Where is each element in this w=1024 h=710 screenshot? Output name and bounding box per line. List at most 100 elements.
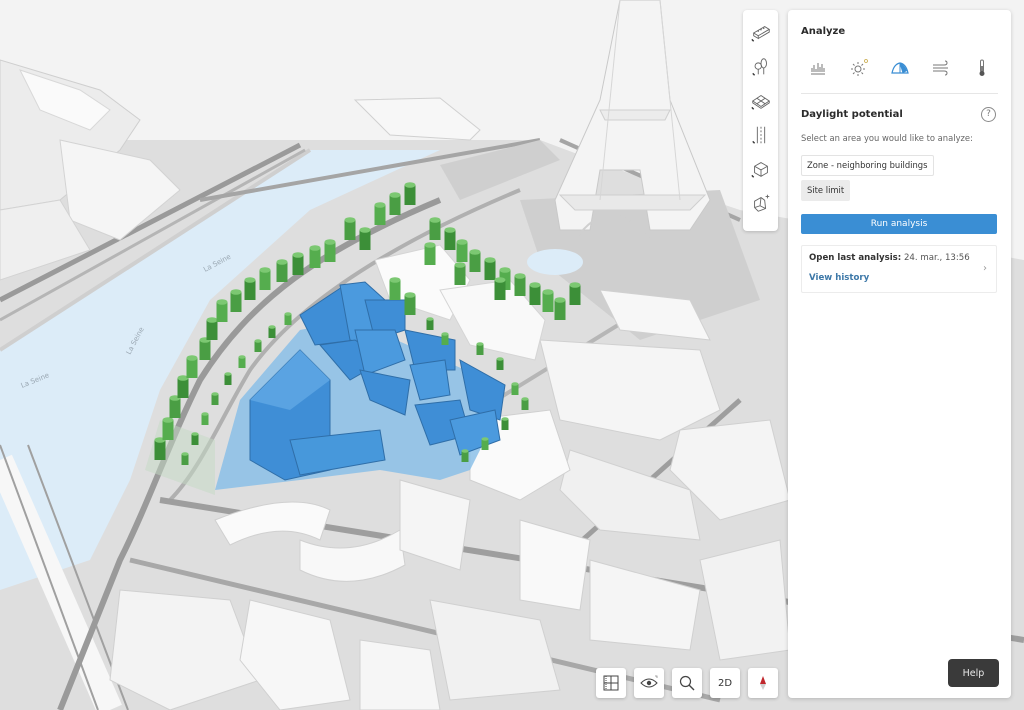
tree [162,417,174,440]
tree [169,395,181,418]
area-option-site-limit[interactable]: Site limit [801,180,851,201]
grid-icon [603,675,619,691]
section-header: Daylight potential ? [801,104,998,124]
last-analysis-date: 24. mar., 13:56 [903,253,970,263]
tree [529,282,541,305]
add-shape-tool-button[interactable] [746,186,776,220]
tree [238,355,246,368]
add-shape-icon [753,194,769,212]
tree [404,182,416,205]
run-analysis-button[interactable]: Run analysis [801,214,997,234]
tab-sun[interactable] [847,56,871,80]
analyze-tabs [801,56,998,80]
tree [501,417,509,430]
tree [230,289,242,312]
tree [429,217,441,240]
tree [456,239,468,262]
chevron-right-icon: › [983,263,987,274]
tree [268,325,276,338]
visibility-button[interactable] [634,668,664,698]
tree [461,449,469,462]
area-option-zone[interactable]: Zone - neighboring buildings [801,155,934,176]
tree [454,262,466,285]
tree [521,397,529,410]
tree [484,257,496,280]
tree [424,242,436,265]
tree [199,337,211,360]
view-history-link[interactable]: View history [809,273,869,283]
volume-box-icon [750,162,768,178]
modeling-toolbar [743,10,778,231]
buildings-tool-button[interactable] [746,16,776,50]
compass-icon [760,676,766,690]
tree [292,252,304,275]
tree [216,299,228,322]
road-lanes-icon [751,126,765,144]
tree [244,277,256,300]
tab-temperature[interactable] [970,56,994,80]
tree [469,249,481,272]
daylight-dome-icon [891,62,909,74]
tab-wind[interactable] [929,56,953,80]
analyze-panel: Analyze Daylight potential ? Select an a… [788,10,1011,698]
roads-tool-button[interactable] [746,118,776,152]
tree [206,317,218,340]
tree [309,245,321,268]
building-block-icon [750,26,770,42]
tree [224,372,232,385]
last-analysis-line: Open last analysis: 24. mar., 13:56 [809,253,989,265]
sun-icon [851,59,868,76]
help-button[interactable]: Help [948,659,999,687]
tree [344,217,356,240]
search-button[interactable] [672,668,702,698]
tab-daylight[interactable] [888,56,912,80]
pond [527,249,583,275]
instruction-text: Select an area you would like to analyze… [801,133,973,143]
eye-icon [640,675,658,688]
compass-button[interactable] [748,668,778,698]
tree [186,355,198,378]
tree [201,412,209,425]
tree [389,277,401,300]
search-icon [679,675,695,691]
trees-tool-button[interactable] [746,50,776,84]
tree [569,282,581,305]
tree [177,375,189,398]
tree [324,239,336,262]
tree [514,273,526,296]
divider [801,93,998,94]
tab-statistics[interactable] [806,56,830,80]
help-icon[interactable]: ? [981,106,996,122]
building [359,639,441,710]
tree [511,382,519,395]
tree [496,357,504,370]
panel-title: Analyze [801,26,846,37]
volume-tool-button[interactable] [746,152,776,186]
tree [359,227,371,250]
last-analysis-label: Open last analysis: [809,253,902,263]
tree [191,432,199,445]
tree [211,392,219,405]
2d-toggle-button[interactable]: 2D [710,668,740,698]
tree [389,192,401,215]
tree [444,227,456,250]
tree [554,297,566,320]
tree [441,332,449,345]
tree [494,277,506,300]
tree [404,292,416,315]
tree [476,342,484,355]
wind-icon [933,60,948,76]
surface-icon [750,94,770,110]
tree [154,437,166,460]
trees-icon [751,58,767,76]
tree [481,437,489,450]
tree [254,339,262,352]
tree [374,202,386,225]
tree [542,289,554,312]
tree [426,317,434,330]
bar-chart-icon [811,63,825,75]
grid-view-button[interactable] [596,668,626,698]
last-analysis-card[interactable]: Open last analysis: 24. mar., 13:56 View… [801,245,997,293]
surfaces-tool-button[interactable] [746,84,776,118]
tree [284,312,292,325]
